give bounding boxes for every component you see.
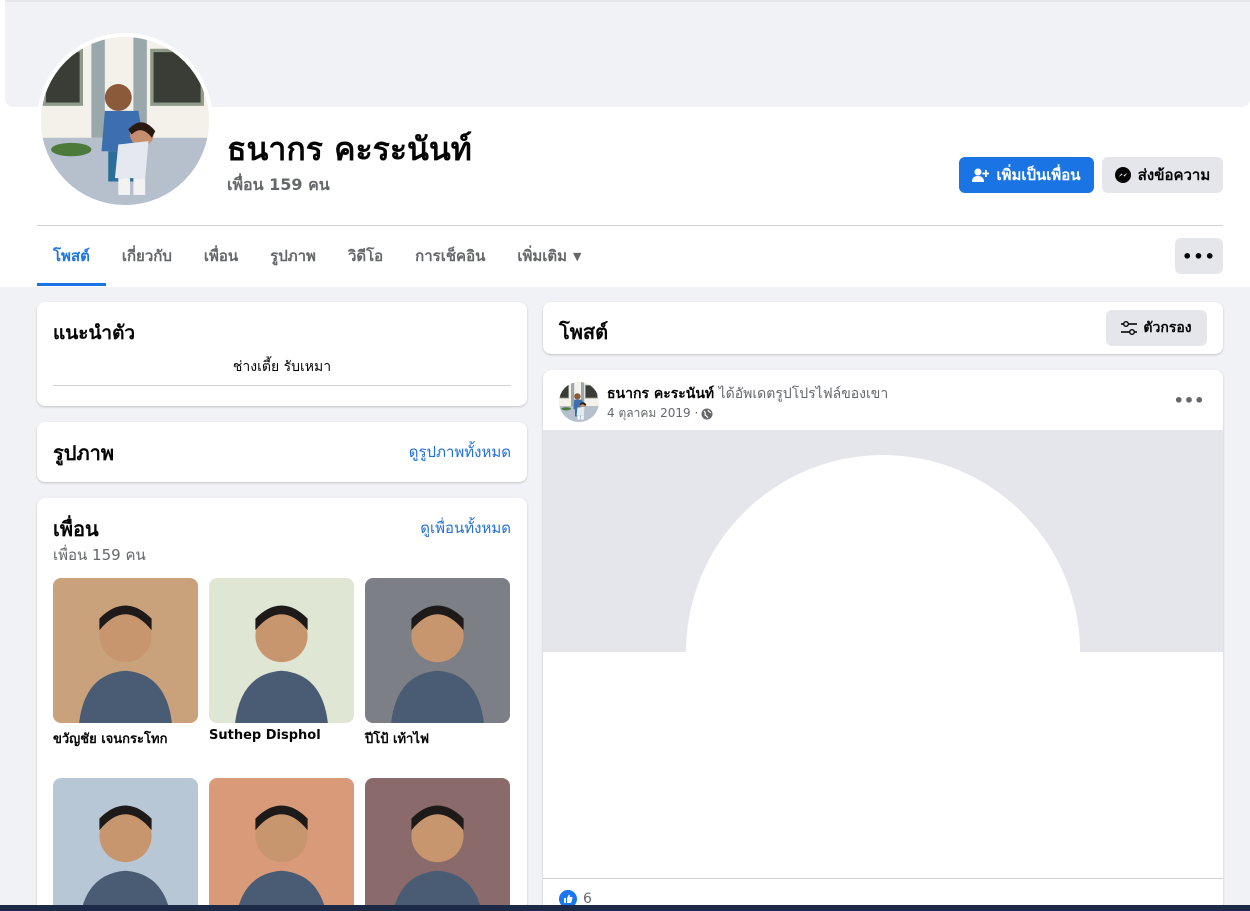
- intro-title: แนะนำตัว: [53, 322, 136, 344]
- tab-about[interactable]: เกี่ยวกับ: [106, 226, 188, 286]
- add-friend-button[interactable]: เพิ่มเป็นเพื่อน: [959, 157, 1094, 193]
- profile-picture-image: [41, 37, 209, 205]
- friend-name[interactable]: Suthep Disphol: [209, 728, 354, 743]
- friends-title: เพื่อน: [53, 517, 99, 541]
- post-options-button[interactable]: •••: [1171, 385, 1207, 415]
- dropdown-caret-icon: ▼: [573, 249, 582, 263]
- tab-photos[interactable]: รูปภาพ: [254, 226, 332, 286]
- friend-tile[interactable]: ขวัญชัย เจนกระโทก: [53, 578, 198, 749]
- friend-photo: [53, 578, 198, 723]
- tab-posts[interactable]: โพสต์: [37, 226, 106, 286]
- post-timestamp[interactable]: 4 ตุลาคม 2019 ·: [607, 404, 713, 423]
- tab-label: เพื่อน: [203, 247, 239, 265]
- tab-friends[interactable]: เพื่อน: [188, 226, 254, 286]
- add-friend-icon: [972, 168, 990, 182]
- filter-button[interactable]: ตัวกรอง: [1106, 310, 1207, 346]
- friend-photo: [209, 778, 354, 911]
- more-options-button[interactable]: •••: [1175, 238, 1223, 274]
- intro-bio: ช่างเตี้ย รับเหมา: [232, 359, 332, 375]
- friend-photo: [365, 778, 510, 911]
- post-author-avatar[interactable]: [559, 382, 599, 422]
- tab-label: โพสต์: [53, 247, 90, 265]
- tab-label: เพิ่มเติม: [517, 247, 568, 265]
- globe-icon: [701, 408, 713, 419]
- post-profile-image[interactable]: [543, 430, 1223, 877]
- intro-divider: [53, 385, 511, 386]
- friend-tile[interactable]: Suthep Disphol: [209, 578, 354, 743]
- tab-label: เกี่ยวกับ: [121, 247, 172, 265]
- post-author[interactable]: ธนากร คะระนันท์: [607, 386, 714, 402]
- filter-icon: [1121, 321, 1138, 335]
- filter-label: ตัวกรอง: [1143, 320, 1192, 336]
- post-action-text: ได้อัพเดตรูปโปรไฟล์ของเขา: [718, 386, 889, 402]
- add-friend-label: เพิ่มเป็นเพื่อน: [996, 166, 1081, 184]
- friend-photo: [209, 578, 354, 723]
- post-date[interactable]: 4 ตุลาคม 2019 ·: [607, 404, 698, 423]
- tab-more[interactable]: เพิ่มเติม ▼: [501, 226, 597, 286]
- tab-label: วิดีโอ: [347, 247, 384, 265]
- message-label: ส่งข้อความ: [1137, 166, 1211, 184]
- see-all-photos-link[interactable]: ดูรูปภาพทั้งหมด: [409, 440, 511, 464]
- see-all-friends-link[interactable]: ดูเพื่อนทั้งหมด: [420, 516, 511, 540]
- posts-header-card: โพสต์ ตัวกรอง: [543, 302, 1223, 354]
- photos-title: รูปภาพ: [53, 441, 115, 465]
- message-button[interactable]: ส่งข้อความ: [1102, 157, 1223, 193]
- profile-header: ธนากร คะระนันท์ เพื่อน 159 คน เพิ่มเป็นเ…: [0, 0, 1250, 287]
- tab-label: การเช็คอิน: [415, 247, 486, 265]
- more-options-icon: •••: [1173, 390, 1205, 410]
- friend-tile[interactable]: [365, 778, 510, 911]
- friend-tile[interactable]: ปีโป้ เท้าไฟ: [365, 578, 510, 749]
- photos-card: รูปภาพ ดูรูปภาพทั้งหมด: [37, 422, 527, 482]
- intro-card: แนะนำตัว ช่างเตี้ย รับเหมา: [37, 302, 527, 406]
- tab-checkins[interactable]: การเช็คอิน: [399, 226, 501, 286]
- friend-tile[interactable]: [53, 778, 198, 911]
- friend-name[interactable]: ขวัญชัย เจนกระโทก: [53, 728, 198, 749]
- post-divider: [543, 878, 1223, 879]
- messenger-icon: [1114, 167, 1131, 183]
- posts-title: โพสต์: [559, 320, 609, 344]
- tab-label: รูปภาพ: [270, 247, 316, 265]
- friend-photo: [365, 578, 510, 723]
- post-header: ธนากร คะระนันท์ ได้อัพเดตรูปโปรไฟล์ของเข…: [607, 383, 888, 405]
- bottom-bar: [0, 905, 1250, 911]
- profile-picture[interactable]: [37, 33, 213, 209]
- friends-count: เพื่อน 159 คน: [53, 546, 146, 564]
- friend-name[interactable]: ปีโป้ เท้าไฟ: [365, 728, 510, 749]
- profile-tabs: โพสต์ เกี่ยวกับ เพื่อน รูปภาพ วิดีโอ การ…: [37, 226, 597, 286]
- profile-name: ธนากร คะระนันท์: [227, 130, 472, 168]
- more-options-icon: •••: [1182, 246, 1216, 266]
- tab-videos[interactable]: วิดีโอ: [332, 226, 399, 286]
- friend-photo: [53, 778, 198, 911]
- friend-count[interactable]: เพื่อน 159 คน: [227, 173, 330, 198]
- friends-card: เพื่อน ดูเพื่อนทั้งหมด เพื่อน 159 คน ขวั…: [37, 498, 527, 911]
- post-card: ธนากร คะระนันท์ ได้อัพเดตรูปโปรไฟล์ของเข…: [543, 370, 1223, 911]
- friend-tile[interactable]: [209, 778, 354, 911]
